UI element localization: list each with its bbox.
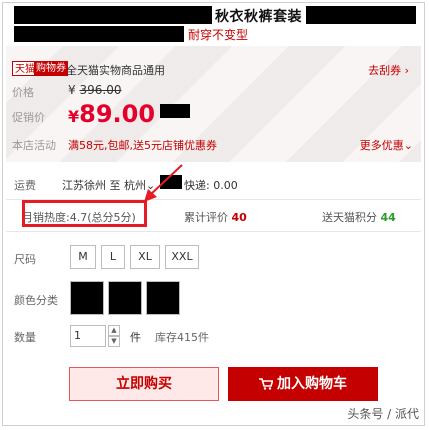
source-watermark: 头条号 / 派代: [347, 407, 419, 421]
get-voucher-link[interactable]: 去刮券 ›: [368, 62, 409, 78]
points-label: 送天猫积分: [322, 211, 377, 224]
product-title: 秋衣秋裤套装: [215, 9, 302, 25]
voucher-description: 全天猫实物商品通用: [66, 64, 165, 77]
quantity-input[interactable]: 1: [70, 325, 106, 347]
shipping-fee: 快递: 0.00: [184, 179, 238, 192]
add-to-cart-label: 加入购物车: [277, 376, 347, 392]
promotion-text: 满58元,包邮,送5元店铺优惠券: [68, 139, 217, 152]
stock-count: 库存415件: [155, 331, 209, 344]
annotation-highlight-box: [22, 200, 147, 227]
original-price-value: 396.00: [79, 83, 122, 97]
currency-symbol: ¥: [68, 83, 76, 97]
quantity-label: 数量: [14, 331, 36, 344]
original-price: ¥ 396.00: [68, 83, 121, 97]
color-swatch-3[interactable]: [146, 281, 180, 315]
chevron-down-icon: ⌄: [403, 139, 413, 152]
annotation-arrow-icon: [144, 164, 183, 202]
color-swatch-1[interactable]: [70, 281, 104, 315]
redacted-title-1: [14, 6, 212, 24]
review-count[interactable]: 累计评价 40: [184, 209, 247, 225]
color-label: 颜色分类: [14, 294, 58, 307]
size-option-xxl[interactable]: XXL: [165, 245, 199, 269]
promo-currency-symbol: ¥: [68, 107, 80, 126]
add-to-cart-button[interactable]: 加入购物车: [228, 367, 378, 401]
promo-price-value: 89.00: [79, 100, 156, 128]
points-number: 44: [380, 211, 396, 224]
buy-now-button[interactable]: 立即购买: [69, 367, 219, 401]
review-number: 40: [231, 211, 247, 224]
redacted-price-note: [160, 104, 190, 118]
size-option-l[interactable]: L: [101, 245, 125, 269]
voucher-tag: 购物券: [34, 61, 68, 76]
chevron-right-icon: ›: [404, 64, 409, 77]
more-promotions-label: 更多优惠: [359, 139, 404, 152]
cart-icon: [259, 378, 273, 390]
size-option-xl[interactable]: XL: [130, 245, 160, 269]
price-panel: 天猫 购物券 全天猫实物商品通用 去刮券 › 价格 ¥ 396.00 促销价 ¥…: [6, 46, 421, 162]
tmall-points: 送天猫积分 44: [322, 209, 396, 225]
color-swatch-2[interactable]: [108, 281, 142, 315]
more-promotions-link[interactable]: 更多优惠⌄: [360, 137, 413, 153]
product-subtitle: 耐穿不变型: [188, 28, 249, 42]
redacted-title-3: [14, 26, 184, 42]
quantity-increase-icon[interactable]: ▲: [108, 325, 120, 336]
size-label: 尺码: [14, 253, 36, 266]
shipping-label: 运费: [14, 179, 36, 192]
size-option-m[interactable]: M: [70, 245, 96, 269]
promotion-label: 本店活动: [12, 139, 56, 152]
quantity-decrease-icon[interactable]: ▼: [108, 336, 120, 347]
get-voucher-label: 去刮券: [368, 64, 402, 77]
promo-price: ¥89.00: [68, 100, 155, 128]
price-label: 价格: [12, 86, 34, 99]
promo-price-label: 促销价: [12, 111, 45, 124]
shipping-route-text: 江苏徐州 至 杭州: [62, 179, 146, 192]
review-label: 累计评价: [184, 211, 228, 224]
quantity-unit: 件: [130, 331, 141, 344]
redacted-title-2: [306, 6, 416, 24]
